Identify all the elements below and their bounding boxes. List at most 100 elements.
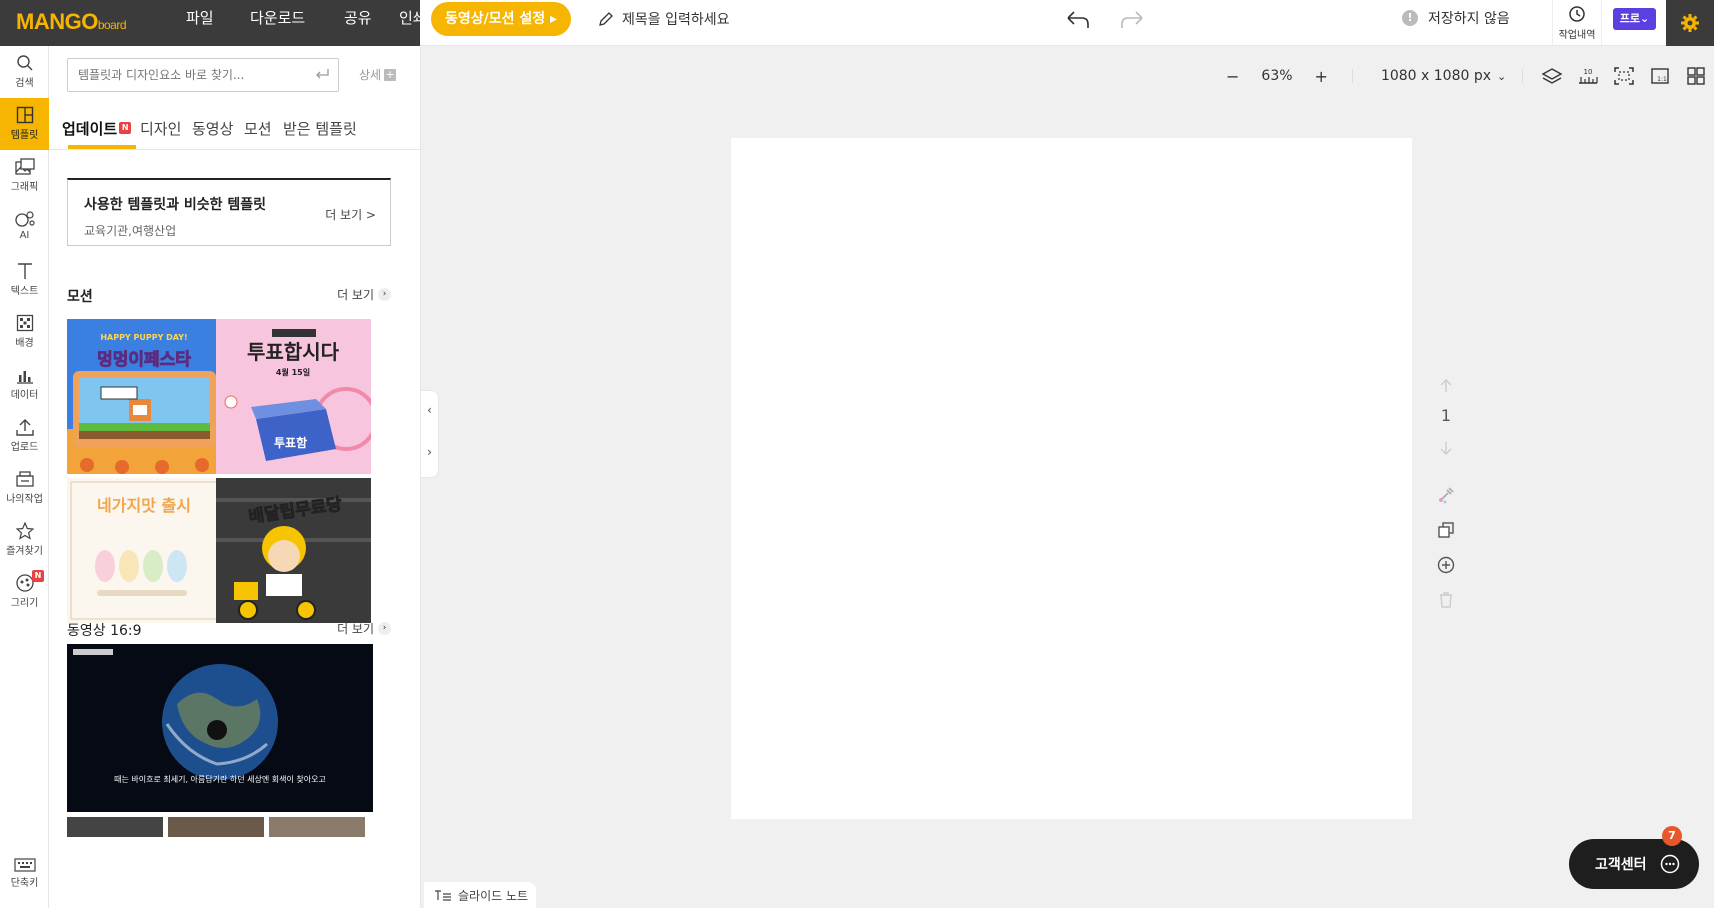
zoom-in-button[interactable]: + — [1315, 67, 1328, 86]
history-button[interactable]: 작업내역 — [1552, 0, 1602, 46]
sidebar-item-template[interactable]: 템플릿 — [0, 98, 49, 150]
search-input[interactable] — [78, 68, 308, 82]
warning-icon: ! — [1402, 10, 1418, 26]
svg-text:멍멍이페스타: 멍멍이페스타 — [97, 350, 191, 370]
title-placeholder: 제목을 입력하세요 — [622, 12, 730, 28]
video-thumb-small[interactable] — [269, 817, 365, 837]
puppy-festa-art: HAPPY PUPPY DAY! 멍멍이페스타 — [67, 319, 222, 474]
sidebar-item-text[interactable]: 텍스트 — [0, 254, 49, 306]
slide-note-button[interactable]: 슬라이드 노트 — [424, 882, 536, 908]
top-bar: MANGOboard 파일 다운로드 공유 인쇄 동영상/모션 설정 ▸ 제목을… — [0, 0, 1714, 46]
chevron-right-icon: › — [378, 622, 391, 635]
design-canvas[interactable] — [731, 138, 1412, 819]
template-icon — [16, 106, 33, 124]
tab-design[interactable]: 디자인 — [140, 118, 181, 139]
star-icon — [15, 522, 34, 540]
video-more-link[interactable]: 더 보기 › — [337, 620, 391, 637]
chart-icon — [16, 371, 33, 384]
plus-icon: + — [384, 67, 397, 81]
canvas-size-select[interactable]: 1080 x 1080 px ⌄ — [1381, 68, 1506, 84]
template-thumb-delivery[interactable]: 배달팁무료당 — [216, 478, 371, 633]
svg-text:네가지맛 출시: 네가지맛 출시 — [97, 496, 191, 515]
left-sidebar: 검색 템플릿 그래픽 AI 텍스트 배경 데이터 업로드 나의작업 즐겨찾기 그… — [0, 46, 49, 908]
similar-more-link[interactable]: 더 보기 > — [325, 206, 376, 223]
layers-icon[interactable] — [1541, 66, 1563, 86]
earth-video-art: 때는 바이흐로 최세기, 아름답기란 하던 세상엔 회색이 찾아오고 — [67, 644, 373, 812]
keyboard-icon — [13, 858, 36, 872]
note-icon — [435, 890, 451, 901]
zoom-out-button[interactable]: − — [1226, 67, 1239, 86]
pencil-icon — [599, 12, 613, 26]
text-icon — [17, 263, 32, 279]
video-thumb-small[interactable] — [168, 817, 264, 837]
undo-icon[interactable] — [1062, 6, 1092, 34]
template-thumb-four-flavors[interactable]: 네가지맛 출시 — [67, 478, 222, 633]
video-section-header: 동영상 16:9 더 보기 › — [67, 620, 391, 640]
grid-view-icon[interactable] — [1685, 66, 1707, 86]
upload-icon — [15, 419, 34, 436]
tab-motion[interactable]: 모션 — [244, 118, 272, 139]
menu-share[interactable]: 공유 — [344, 0, 372, 46]
sidebar-item-favorites[interactable]: 즐겨찾기 — [0, 514, 49, 566]
redo-icon[interactable] — [1118, 6, 1148, 34]
crop-frame-icon[interactable] — [1613, 66, 1635, 86]
sidebar-item-search[interactable]: 검색 — [0, 46, 49, 98]
logo[interactable]: MANGOboard — [16, 9, 127, 35]
sidebar-item-my-work[interactable]: 나의작업 — [0, 462, 49, 514]
ruler-icon[interactable]: 10 — [1577, 66, 1599, 86]
delivery-art: 배달팁무료당 — [216, 478, 371, 623]
chevron-down-icon: ⌄ — [1640, 12, 1650, 25]
menu-print[interactable]: 인쇄 — [399, 0, 427, 46]
template-thumb-earth-video[interactable]: 때는 바이흐로 최세기, 아름답기란 하던 세상엔 회색이 찾아오고 — [67, 644, 373, 812]
background-icon — [16, 314, 33, 332]
chevron-right-icon[interactable]: › — [421, 445, 438, 459]
menu-file[interactable]: 파일 — [186, 0, 214, 46]
svg-text:투표함: 투표함 — [274, 435, 307, 450]
color-picker-icon[interactable] — [1436, 485, 1456, 505]
tab-update[interactable]: 업데이트 N — [62, 118, 132, 139]
sidebar-item-ai[interactable]: AI — [0, 202, 49, 254]
template-panel: 상세 + 업데이트N 디자인 동영상 모션 받은 템플릿 사용한 템플릿과 비슷… — [49, 46, 421, 908]
sidebar-item-data[interactable]: 데이터 — [0, 358, 49, 410]
sidebar-item-draw[interactable]: 그리기 N — [0, 566, 49, 618]
motion-settings-button[interactable]: 동영상/모션 설정 ▸ — [431, 2, 571, 36]
new-badge: N — [119, 122, 132, 134]
page-number: 1 — [1440, 406, 1452, 425]
svg-text:때는 바이흐로 최세기, 아름답기란 하던 세상엔 회색이: 때는 바이흐로 최세기, 아름답기란 하던 세상엔 회색이 찾아오고 — [114, 774, 326, 784]
menu-download[interactable]: 다운로드 — [250, 0, 305, 46]
template-thumb-vote[interactable]: 투표합시다 4월 15일 투표함 — [216, 319, 371, 474]
template-search[interactable] — [67, 58, 339, 92]
tab-video[interactable]: 동영상 — [192, 118, 233, 139]
sidebar-item-upload[interactable]: 업로드 — [0, 410, 49, 462]
zoom-level[interactable]: 63% — [1261, 68, 1292, 84]
video-thumb-small[interactable] — [67, 817, 163, 837]
customer-center-button[interactable]: 고객센터 — [1569, 839, 1699, 889]
arrow-down-icon[interactable] — [1436, 438, 1456, 458]
panel-tabs: 업데이트 N 디자인 동영상 모션 받은 템플릿 — [49, 104, 421, 150]
divider — [1522, 69, 1524, 83]
duplicate-icon[interactable] — [1436, 520, 1456, 540]
similar-templates-card[interactable]: 사용한 템플릿과 비슷한 템플릿 교육기관,여행산업 더 보기 > — [67, 178, 391, 246]
sidebar-item-background[interactable]: 배경 — [0, 306, 49, 358]
tab-received[interactable]: 받은 템플릿 — [283, 118, 357, 139]
motion-section-header: 모션 더 보기 › — [67, 286, 391, 306]
sidebar-item-shortcut[interactable]: 단축키 — [0, 854, 49, 906]
title-field[interactable]: 제목을 입력하세요 — [598, 6, 730, 32]
enter-icon[interactable] — [314, 67, 330, 81]
sidebar-item-graphic[interactable]: 그래픽 — [0, 150, 49, 202]
template-thumb-puppy-festa[interactable]: HAPPY PUPPY DAY! 멍멍이페스타 — [67, 319, 222, 474]
chevron-down-icon: ⌄ — [1497, 70, 1507, 83]
trash-icon[interactable] — [1436, 590, 1456, 610]
settings-button[interactable] — [1666, 0, 1714, 46]
actual-size-icon[interactable]: 1:1 — [1649, 66, 1671, 86]
chevron-left-icon[interactable]: ‹ — [421, 403, 438, 417]
svg-text:10: 10 — [1584, 68, 1593, 76]
chevron-right-icon: › — [378, 288, 391, 301]
panel-collapse-handle[interactable]: ‹ › — [421, 390, 439, 478]
pro-button[interactable]: 프로⌄ — [1613, 8, 1656, 30]
vote-art: 투표합시다 4월 15일 투표함 — [216, 319, 371, 474]
motion-more-link[interactable]: 더 보기 › — [337, 286, 391, 303]
detail-search-button[interactable]: 상세 + — [359, 66, 397, 83]
add-page-icon[interactable] — [1436, 555, 1456, 575]
arrow-up-icon[interactable] — [1436, 376, 1456, 396]
